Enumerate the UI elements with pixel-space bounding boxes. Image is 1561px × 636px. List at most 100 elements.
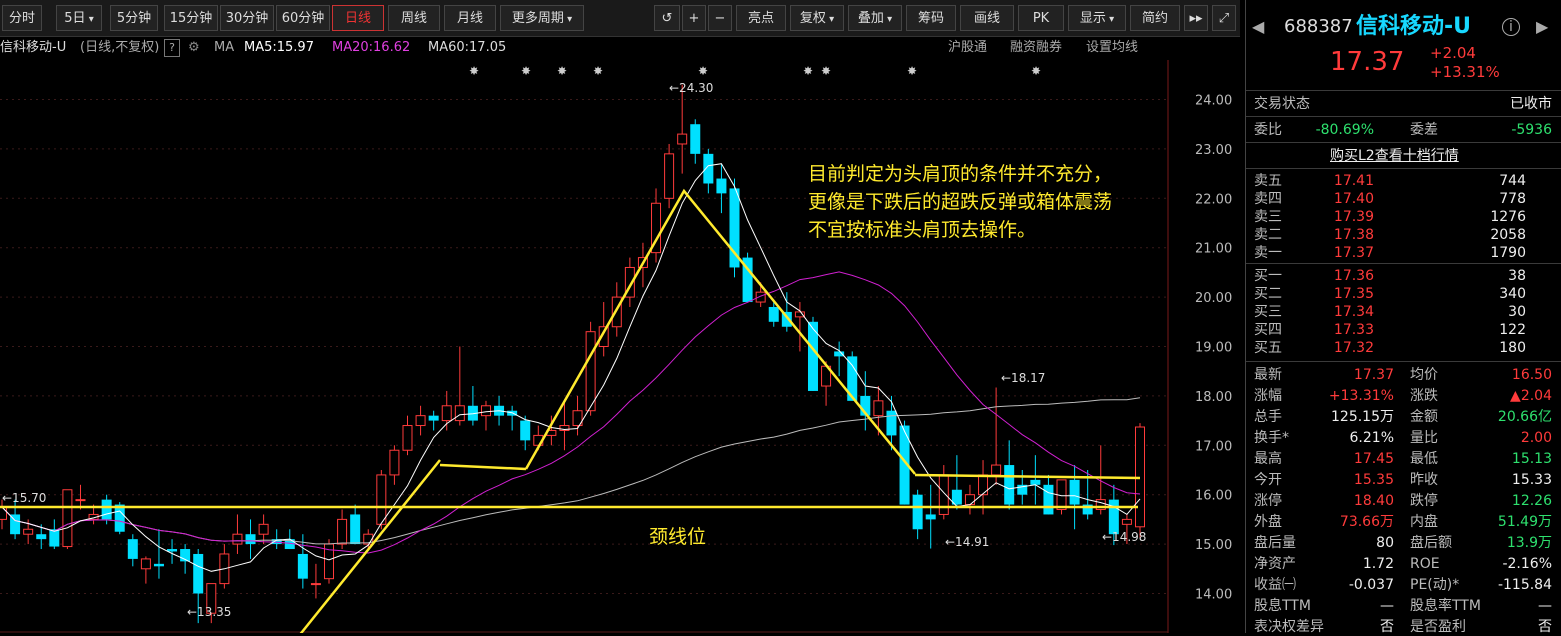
stat-value: 1.72	[1362, 556, 1394, 572]
tab-5min[interactable]: 5分钟	[110, 5, 158, 31]
ma20-value: MA20:16.62	[332, 40, 411, 55]
tab-intraday[interactable]: 分时	[2, 5, 42, 31]
candle-body-up	[337, 518, 348, 545]
stat-value: 15.13	[1511, 451, 1552, 467]
tab-daily[interactable]: 日线	[332, 5, 384, 31]
stat-row: 换手* 6.21% 量比 2.00	[1246, 429, 1561, 447]
refresh-icon[interactable]: ↺	[654, 5, 680, 31]
candle-body-down	[1069, 479, 1080, 505]
bid-row: 买二 17.35 340	[1246, 285, 1561, 303]
bid-price: 17.35	[1333, 286, 1374, 302]
tab-60min[interactable]: 60分钟	[276, 5, 330, 31]
display-button[interactable]: 显示	[1068, 5, 1126, 31]
period-toolbar: 分时 5日 5分钟 15分钟 30分钟 60分钟 日线 周线 月线 更多周期 ↺…	[0, 0, 1240, 37]
fullscreen-icon[interactable]: ⤢	[1212, 5, 1236, 31]
stat-label: 涨停	[1254, 493, 1282, 509]
adjust-button[interactable]: 复权	[790, 5, 844, 31]
help-icon[interactable]: ?	[164, 39, 180, 57]
candle-body-down	[1043, 484, 1054, 515]
candle-body-down	[925, 514, 936, 520]
candle-body-up	[480, 405, 491, 417]
overlay-button[interactable]: 叠加	[848, 5, 902, 31]
tab-weekly[interactable]: 周线	[388, 5, 440, 31]
highlight-button[interactable]: 亮点	[736, 5, 786, 31]
ma20-line	[1, 271, 1141, 554]
bid-row: 买三 17.34 30	[1246, 303, 1561, 321]
ask-price: 17.40	[1333, 191, 1374, 207]
stat-row: 外盘 73.66万 内盘 51.49万	[1246, 513, 1561, 531]
ask-volume: 1790	[1490, 245, 1526, 261]
stat-value: 15.33	[1511, 472, 1552, 488]
event-marker-icon: ✸	[593, 64, 603, 78]
stat-value: 17.37	[1353, 367, 1394, 383]
ask-volume: 778	[1499, 191, 1526, 207]
set-ma-link[interactable]: 设置均线	[1086, 37, 1138, 59]
stat-row: 涨幅 +13.31% 涨跌 ▲2.04	[1246, 387, 1561, 405]
candle-body-up	[376, 474, 387, 525]
chips-button[interactable]: 筹码	[906, 5, 956, 31]
hk-connect-link[interactable]: 沪股通	[948, 37, 987, 59]
gear-icon[interactable]: ⚙	[188, 37, 200, 59]
candle-body-down	[428, 415, 439, 421]
candle-body-down	[245, 534, 256, 545]
stat-row: 最高 17.45 最低 15.13	[1246, 450, 1561, 468]
candle-body-up	[415, 415, 426, 427]
bid-row: 买一 17.36 38	[1246, 267, 1561, 285]
candle-body-up	[978, 474, 989, 496]
tab-5day[interactable]: 5日	[56, 5, 102, 31]
event-marker-icon: ✸	[907, 64, 917, 78]
tab-more-periods[interactable]: 更多周期	[500, 5, 584, 31]
simple-button[interactable]: 简约	[1130, 5, 1180, 31]
zoom-in-icon[interactable]: +	[682, 5, 706, 31]
annotation-text: 目前判定为头肩顶的条件并不充分，	[808, 163, 1112, 185]
chart-mode: (日线,不复权)	[80, 40, 160, 55]
neckline-label: 颈线位	[649, 526, 706, 548]
stat-label: 股息率TTM	[1410, 598, 1481, 614]
stat-label: 跌停	[1410, 493, 1438, 509]
stat-label: 均价	[1410, 367, 1438, 383]
mid-price-label: ←18.17	[1001, 371, 1045, 385]
stat-label: 总手	[1254, 409, 1282, 425]
stat-value: —	[1538, 598, 1552, 614]
ask-level-label: 卖三	[1254, 209, 1282, 225]
fast-forward-icon[interactable]: ▸▸	[1184, 5, 1208, 31]
bid-level-label: 买二	[1254, 286, 1282, 302]
stat-value: -0.037	[1348, 577, 1394, 593]
tab-30min[interactable]: 30分钟	[220, 5, 274, 31]
tab-monthly[interactable]: 月线	[444, 5, 496, 31]
candle-body-up	[310, 583, 321, 586]
bid-price: 17.32	[1333, 340, 1374, 356]
prev-stock-icon[interactable]: ◀	[1252, 14, 1264, 40]
candle-body-up	[1121, 518, 1132, 525]
draw-button[interactable]: 画线	[960, 5, 1014, 31]
tab-15min[interactable]: 15分钟	[164, 5, 218, 31]
candle-body-down	[768, 306, 779, 322]
y-tick-label: 19.00	[1195, 341, 1232, 356]
candle-body-up	[964, 494, 975, 506]
margin-link[interactable]: 融资融券	[1010, 37, 1062, 59]
stock-name: 信科移动-U	[0, 40, 67, 55]
y-tick-label: 23.00	[1195, 143, 1232, 158]
ask-price: 17.39	[1333, 209, 1374, 225]
candle-body-down	[153, 563, 164, 567]
stat-row: 盘后量 80 盘后额 13.9万	[1246, 534, 1561, 552]
candle-body-up	[664, 153, 675, 199]
buy-l2-link[interactable]: 购买L2查看十档行情	[1330, 147, 1459, 165]
pk-button[interactable]: PK	[1018, 5, 1064, 31]
ask-level-label: 卖二	[1254, 227, 1282, 243]
zoom-out-icon[interactable]: −	[708, 5, 732, 31]
stat-label: 最高	[1254, 451, 1282, 467]
ask-row: 卖四 17.40 778	[1246, 190, 1561, 208]
neckline-price-label: ←15.70	[2, 491, 46, 505]
event-marker-icon: ✸	[803, 64, 813, 78]
y-tick-label: 17.00	[1195, 439, 1232, 454]
kline-chart[interactable]: 24.00 23.00 22.00 21.00 20.00 19.00 18.00 17.00…	[0, 60, 1240, 633]
info-icon[interactable]: i	[1502, 18, 1520, 36]
next-stock-icon[interactable]: ▶	[1536, 14, 1548, 40]
stat-value: -115.84	[1497, 577, 1552, 593]
ask-row: 卖五 17.41 744	[1246, 172, 1561, 190]
price-change-pct: +13.31%	[1430, 63, 1500, 81]
stat-label: 收益㈠	[1254, 577, 1296, 593]
ask-level-label: 卖四	[1254, 191, 1282, 207]
candle-body-down	[520, 420, 531, 441]
